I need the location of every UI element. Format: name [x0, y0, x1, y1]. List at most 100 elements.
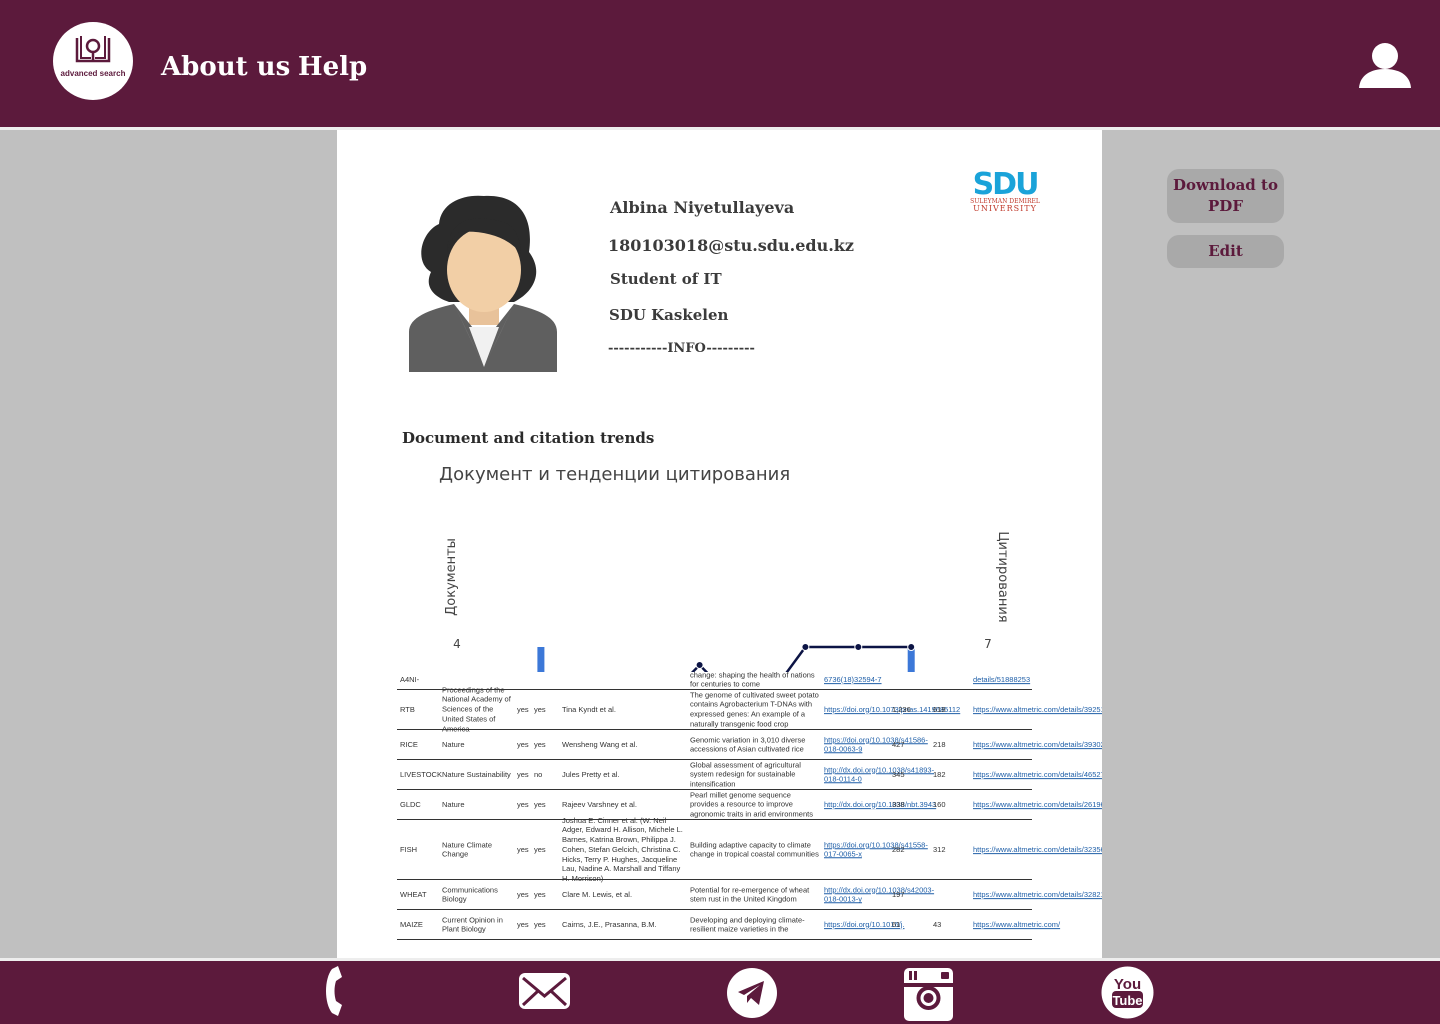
citation-title-cell: The genome of cultivated sweet potato co…: [690, 690, 819, 729]
citation-alt-cell[interactable]: https://www.altmetric.com/details/328217…: [973, 890, 1102, 900]
citation-doi-cell[interactable]: 6736(18)32594-7: [824, 675, 889, 685]
chart-line-citations: [690, 645, 912, 672]
citation-n2-cell: 218: [933, 739, 946, 749]
citation-authors-cell: Clare M. Lewis, et al.: [562, 889, 633, 899]
citation-doi-cell[interactable]: https://doi.org/10.1073/pnas.1419685112: [824, 705, 960, 715]
citation-row: WHEAT Communications Biology yes yes Clare M…: [397, 880, 1102, 910]
citation-c2-cell: yes: [534, 844, 546, 854]
citation-c1-cell: yes: [517, 889, 529, 899]
download-pdf-button[interactable]: Download to PDF: [1167, 169, 1284, 223]
sdu-logo-line2: UNIVERSITY: [973, 204, 1037, 213]
user-profile-icon[interactable]: [1357, 42, 1413, 92]
citation-authors-cell: Wensheng Wang et al.: [562, 739, 638, 749]
citation-c1-cell: yes: [517, 919, 529, 929]
nav-help[interactable]: Help: [298, 52, 367, 82]
citation-n1-cell: 338: [892, 799, 905, 809]
chart-point-citations-2019: [801, 643, 810, 651]
citation-code-cell: FISH: [400, 844, 418, 854]
chart-ytick-top: 4: [453, 637, 461, 651]
profile-role: Student of IT: [610, 270, 722, 288]
citation-alt-cell[interactable]: https://www.altmetric.com/: [973, 920, 1060, 930]
citation-alt-cell[interactable]: https://www.altmetric.com/details/393029…: [973, 740, 1102, 750]
citation-authors-cell: Cairns, J.E., Prasanna, B.M.: [562, 919, 657, 929]
nav-about-us[interactable]: About us: [161, 52, 290, 82]
citation-n2-cell: 618: [933, 704, 946, 714]
youtube-icon-text-top: You: [1114, 976, 1141, 993]
citation-title-cell: Genomic variation in 3,010 diverse acces…: [690, 734, 806, 754]
citations-table: A4NI-change: shaping the health of natio…: [397, 669, 1102, 940]
citation-alt-cell[interactable]: https://www.altmetric.com/details/465277…: [973, 770, 1102, 780]
book-magnifier-icon: [75, 36, 111, 63]
site-logo[interactable]: advanced search: [53, 22, 133, 100]
citation-n1-cell: 61: [892, 919, 901, 929]
citation-alt-cell[interactable]: https://www.altmetric.com/details/323564…: [973, 845, 1102, 855]
citation-authors-cell: Rajeev Varshney et al.: [562, 799, 637, 809]
citation-n1-cell: 282: [892, 844, 905, 854]
citation-journal-cell: Nature Climate Change: [442, 839, 493, 859]
phone-icon[interactable]: [322, 961, 352, 1024]
citation-row: FISH Nature Climate Change yes yes Joshua E.…: [397, 815, 1102, 883]
citation-code-cell: RICE: [400, 739, 418, 749]
citation-doi-cell[interactable]: https://doi.org/10.1038/s41558-017-0065-…: [824, 840, 928, 860]
citation-alt-cell[interactable]: https://www.altmetric.com/details/261965…: [973, 800, 1102, 810]
citation-title-cell: Building adaptive capacity to climate ch…: [690, 839, 819, 859]
citation-code-cell: LIVESTOCK: [400, 769, 442, 779]
citation-n1-cell: 197: [892, 889, 905, 899]
citation-n2-cell: 182: [933, 769, 946, 779]
citation-code-cell: MAIZE: [400, 919, 423, 929]
citation-doi-cell[interactable]: http://dx.doi.org/10.1038/s41893-018-011…: [824, 765, 934, 785]
citation-doi-cell[interactable]: https://doi.org/10.1016/j.: [824, 920, 904, 930]
citation-c1-cell: yes: [517, 799, 529, 809]
citation-title-cell: Pearl millet genome sequence provides a …: [690, 789, 813, 819]
citation-n2-cell: 43: [933, 919, 942, 929]
university-logo: SDU SULEYMAN DEMIREL UNIVERSITY: [968, 166, 1042, 214]
citation-title-cell: change: shaping the health of nations fo…: [690, 669, 815, 689]
citation-alt-cell[interactable]: https://www.altmetric.com/details/392511…: [973, 705, 1102, 715]
citation-row: LIVESTOCK Nature Sustainability yes no Jules…: [397, 759, 1102, 790]
citation-row: RTB Proceedings of the National Academy o…: [397, 685, 1102, 733]
chart-y2tick-top: 7: [984, 637, 992, 651]
citation-title-cell: Developing and deploying climate-resilie…: [690, 914, 805, 934]
edit-button[interactable]: Edit: [1167, 235, 1284, 268]
document-citation-chart: Документ и тенденции цитирования Докумен…: [439, 464, 1010, 672]
citation-c1-cell: yes: [517, 704, 529, 714]
telegram-icon[interactable]: [726, 967, 778, 1023]
chart-ylabel: Документы: [444, 538, 459, 616]
header-bar: advanced search About us Help: [0, 0, 1440, 127]
citation-title-cell: Potential for re-emergence of wheat stem…: [690, 884, 810, 904]
citation-journal-cell: Communications Biology: [442, 884, 498, 904]
citation-n1-cell: 427: [892, 739, 905, 749]
citation-c1-cell: yes: [517, 844, 529, 854]
chart-point-citations-2020: [854, 643, 863, 651]
citation-authors-cell: Tina Kyndt et al.: [562, 704, 616, 714]
chart-y2label: Цитирования: [995, 531, 1010, 622]
citation-alt-cell[interactable]: details/51888253: [973, 675, 1033, 685]
citation-c1-cell: yes: [517, 769, 529, 779]
citation-row: GLDC Nature yes yes Rajeev Varshney et al. Pe…: [397, 789, 1102, 820]
citation-journal-cell: Nature: [442, 799, 465, 809]
citation-n1-cell: 1,236: [892, 704, 911, 714]
citation-code-cell: RTB: [400, 704, 415, 714]
citation-n1-cell: 345: [892, 769, 905, 779]
citation-doi-cell[interactable]: https://doi.org/10.1038/s41586-018-0063-…: [824, 735, 928, 755]
citation-doi-cell[interactable]: http://dx.doi.org/10.1038/s42003-018-001…: [824, 885, 934, 905]
citation-c2-cell: yes: [534, 799, 546, 809]
youtube-icon[interactable]: You Tube: [1101, 966, 1154, 1023]
instagram-icon[interactable]: [903, 967, 954, 1024]
citation-c2-cell: yes: [534, 704, 546, 714]
citation-c2-cell: no: [534, 769, 543, 779]
citation-code-cell: WHEAT: [400, 889, 427, 899]
citation-title-cell: Global assessment of agricultural system…: [690, 759, 801, 789]
citation-n2-cell: 312: [933, 844, 946, 854]
chart-bar-documents-2014: [537, 647, 545, 672]
citation-code-cell: A4NI-: [400, 674, 420, 684]
citation-journal-cell: Nature: [442, 739, 465, 749]
chart-title: Документ и тенденции цитирования: [439, 464, 790, 485]
youtube-icon-text-bottom: Tube: [1112, 993, 1142, 1008]
chart-point-citations-2021: [907, 643, 916, 651]
profile-name: Albina Niyetullayeva: [610, 198, 795, 217]
profile-location: SDU Kaskelen: [609, 306, 729, 324]
mail-icon[interactable]: [518, 972, 571, 1014]
citation-c2-cell: yes: [534, 739, 546, 749]
citation-doi-cell[interactable]: http://dx.doi.org/10.1038/nbt.3943: [824, 800, 936, 810]
